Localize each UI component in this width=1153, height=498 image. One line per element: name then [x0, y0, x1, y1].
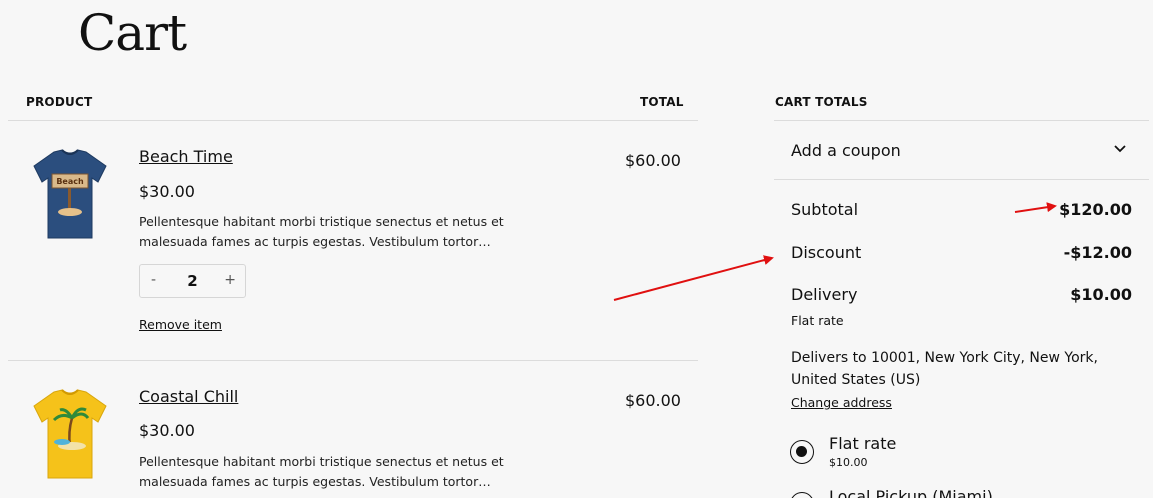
page-title: Cart: [78, 4, 187, 62]
discount-value: -$12.00: [1063, 243, 1132, 262]
quantity-increase-button[interactable]: +: [224, 272, 236, 288]
item-description: Pellentesque habitant morbi tristique se…: [139, 454, 504, 489]
coupon-divider: [774, 179, 1149, 180]
discount-label: Discount: [791, 243, 862, 262]
radio-selected-dot: [796, 446, 807, 457]
shipping-option-label[interactable]: Local Pickup (Miami): [829, 487, 993, 498]
subtotal-value: $120.00: [1059, 200, 1132, 219]
delivers-to-address: Delivers to 10001, New York City, New Yo…: [791, 350, 1098, 388]
item-name-link[interactable]: Beach Time: [139, 147, 233, 166]
quantity-stepper: - 2 +: [139, 264, 246, 298]
item-name-link[interactable]: Coastal Chill: [139, 387, 238, 406]
shipping-option-radio-flat-rate[interactable]: [790, 440, 814, 464]
subtotal-label: Subtotal: [791, 200, 859, 219]
item-unit-price: $30.00: [139, 182, 195, 201]
delivery-method: Flat rate: [791, 313, 844, 328]
change-address-link[interactable]: Change address: [791, 395, 892, 410]
item-description: Pellentesque habitant morbi tristique se…: [139, 214, 504, 249]
beach-sign-text: Beach: [56, 177, 84, 186]
beach-time-product-image[interactable]: Beach: [32, 148, 108, 240]
discount-annotation-arrow: [613, 255, 774, 301]
shipping-option-label[interactable]: Flat rate: [829, 434, 896, 453]
table-header-divider: [8, 120, 698, 121]
item-line-total: $60.00: [625, 391, 681, 410]
shipping-option-radio-local-pickup[interactable]: [790, 492, 814, 498]
item-line-total: $60.00: [625, 151, 681, 170]
chevron-down-icon[interactable]: [1113, 143, 1127, 155]
delivery-value: $10.00: [1070, 285, 1132, 304]
remove-item-link[interactable]: Remove item: [139, 317, 222, 332]
totals-header-divider: [774, 120, 1149, 121]
total-column-header: TOTAL: [640, 95, 684, 109]
product-column-header: PRODUCT: [26, 95, 93, 109]
coastal-chill-product-image[interactable]: [32, 388, 108, 480]
shipping-option-price: $10.00: [829, 456, 868, 469]
item-divider: [8, 360, 698, 361]
item-unit-price: $30.00: [139, 421, 195, 440]
subtotal-annotation-arrow: [1014, 202, 1057, 213]
add-coupon-toggle[interactable]: Add a coupon: [791, 141, 901, 160]
cart-totals-header: CART TOTALS: [775, 95, 868, 109]
delivery-label: Delivery: [791, 285, 858, 304]
